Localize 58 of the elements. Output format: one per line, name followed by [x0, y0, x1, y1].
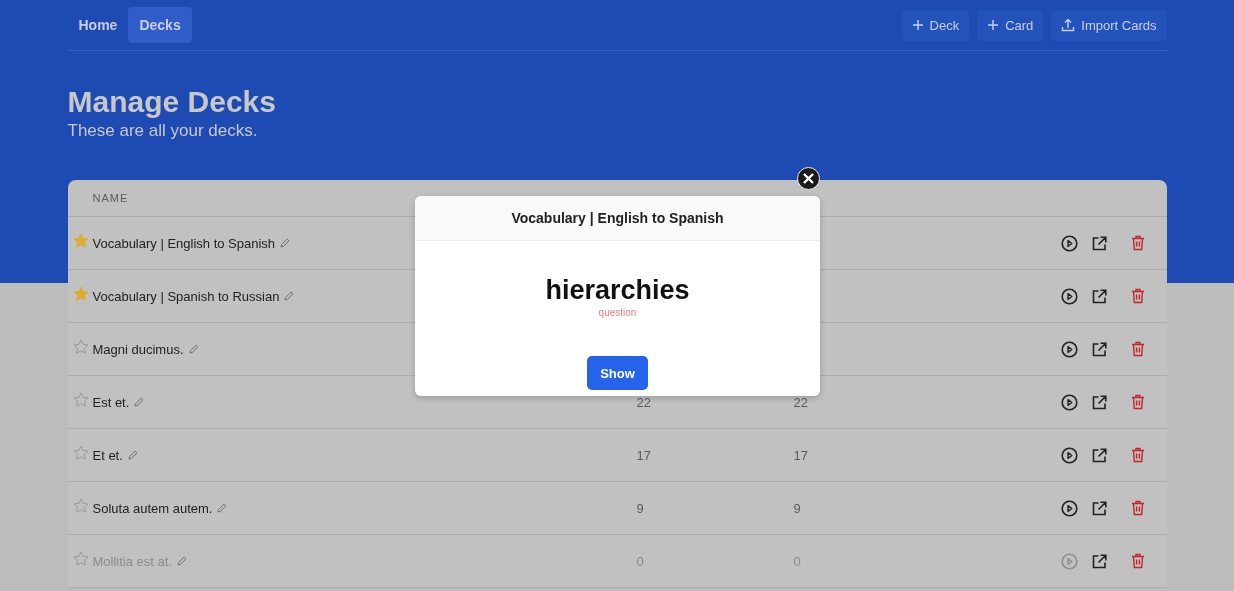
- deck-name: Soluta autem autem.: [92, 500, 213, 516]
- deck-name: Vocabulary | Spanish to Russian: [92, 288, 280, 304]
- deck-name: Magni ducimus.: [92, 341, 184, 357]
- deck-name: Est et.: [92, 394, 130, 410]
- external-link-icon[interactable]: [1091, 288, 1107, 304]
- show-button[interactable]: Show: [587, 356, 648, 390]
- star-icon[interactable]: [72, 233, 89, 249]
- play-icon[interactable]: [1060, 499, 1078, 517]
- deck-name: Vocabulary | English to Spanish: [92, 235, 276, 251]
- play-icon[interactable]: [1060, 393, 1078, 411]
- star-icon[interactable]: [72, 498, 89, 514]
- column-header: NAME: [92, 192, 129, 204]
- plus-icon: [911, 19, 924, 31]
- pencil-icon[interactable]: [134, 397, 145, 407]
- card-word: hierarchies: [545, 275, 690, 305]
- pencil-icon[interactable]: [188, 344, 199, 354]
- deck-name: Et et.: [92, 447, 123, 463]
- modal-title: Vocabulary | English to Spanish: [511, 210, 724, 226]
- page-subtitle: These are all your decks.: [67, 121, 259, 141]
- cards-count: 17: [636, 448, 651, 463]
- nav-link[interactable]: Decks: [128, 7, 192, 43]
- external-link-icon[interactable]: [1091, 341, 1107, 357]
- due-count: 9: [793, 501, 801, 516]
- star-icon[interactable]: [72, 286, 89, 302]
- cards-count: 9: [636, 501, 644, 516]
- trash-icon[interactable]: [1130, 235, 1145, 251]
- play-icon[interactable]: [1060, 446, 1078, 464]
- pencil-icon[interactable]: [127, 450, 138, 460]
- external-link-icon[interactable]: [1091, 235, 1107, 251]
- trash-icon[interactable]: [1130, 394, 1145, 410]
- card-side-label: question: [598, 307, 637, 318]
- star-icon[interactable]: [72, 445, 89, 461]
- nav-link[interactable]: Home: [67, 7, 129, 43]
- play-icon[interactable]: [1060, 234, 1078, 252]
- play-icon[interactable]: [1060, 287, 1078, 305]
- trash-icon[interactable]: [1130, 447, 1145, 463]
- add-button[interactable]: Card: [977, 9, 1044, 41]
- external-link-icon[interactable]: [1091, 394, 1107, 410]
- star-icon[interactable]: [72, 339, 89, 355]
- add-button[interactable]: Deck: [901, 9, 970, 41]
- pencil-icon[interactable]: [217, 503, 228, 513]
- cards-count: 22: [636, 395, 651, 410]
- trash-icon[interactable]: [1130, 341, 1145, 357]
- pencil-icon[interactable]: [284, 291, 295, 301]
- external-link-icon[interactable]: [1091, 500, 1107, 516]
- play-icon[interactable]: [1060, 340, 1078, 358]
- page-title: Manage Decks: [67, 85, 277, 119]
- upload-icon: [1061, 18, 1076, 32]
- trash-icon[interactable]: [1130, 500, 1145, 516]
- pencil-icon[interactable]: [280, 238, 291, 248]
- external-link-icon[interactable]: [1091, 447, 1107, 463]
- trash-icon[interactable]: [1130, 288, 1145, 304]
- due-count: 17: [793, 448, 808, 463]
- due-count: 22: [793, 395, 808, 410]
- close-icon[interactable]: [797, 167, 820, 190]
- star-icon[interactable]: [72, 392, 89, 408]
- plus-icon: [987, 19, 1000, 31]
- import-button[interactable]: Import Cards: [1051, 9, 1167, 41]
